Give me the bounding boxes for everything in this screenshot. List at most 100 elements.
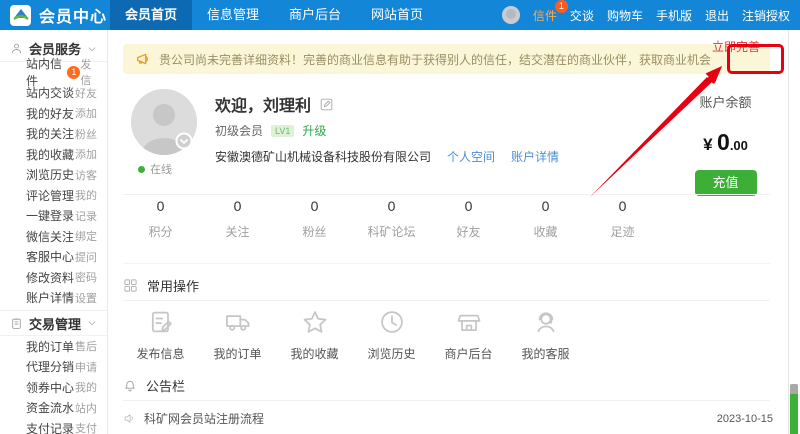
online-status: 在线 <box>138 161 172 177</box>
app-logo[interactable]: 会员中心 <box>0 3 110 27</box>
item-extra[interactable]: 提问 <box>75 249 97 265</box>
scrollbar-thumb-top[interactable] <box>790 384 798 394</box>
stat-forum[interactable]: 0科矿论坛 <box>353 198 430 240</box>
company-row: 安徽澳德矿山机械设备科技股份有限公司 个人空间 账户详情 <box>215 148 559 165</box>
nav-tabs: 会员首页 信息管理 商户后台 网站首页 <box>110 0 438 30</box>
sidebar-item-edit-profile[interactable]: 修改资料 密码 <box>0 267 107 288</box>
nav-mail-label: 信件 <box>533 9 557 23</box>
item-extra[interactable]: 设置 <box>75 290 97 306</box>
stat-following[interactable]: 0关注 <box>199 198 276 240</box>
announcement-item[interactable]: 科矿网会员站产品信息发布流程 <box>123 429 773 434</box>
item-extra[interactable]: 粉丝 <box>75 126 97 142</box>
op-publish-info[interactable]: 发布信息 <box>122 308 199 362</box>
personal-space-link[interactable]: 个人空间 <box>447 148 495 165</box>
item-extra[interactable]: 申请 <box>75 359 97 375</box>
item-label: 客服中心 <box>26 248 74 265</box>
sidebar-item-comments[interactable]: 评论管理 我的 <box>0 185 107 206</box>
truck-icon <box>224 308 252 336</box>
item-extra[interactable]: 访客 <box>75 167 97 183</box>
announcement-item[interactable]: 科矿网会员站注册流程 2023-10-15 <box>123 407 773 430</box>
sidebar-item-funds-flow[interactable]: 资金流水 站内 <box>0 398 107 419</box>
star-icon <box>301 308 329 336</box>
member-level-row: 初级会员 LV1 升级 <box>215 122 326 139</box>
item-extra[interactable]: 添加 <box>75 146 97 162</box>
sidebar-item-support[interactable]: 客服中心 提问 <box>0 247 107 268</box>
sidebar-item-favorites[interactable]: 我的收藏 添加 <box>0 144 107 165</box>
tab-member-home[interactable]: 会员首页 <box>110 0 192 30</box>
op-my-favorites[interactable]: 我的收藏 <box>276 308 353 362</box>
speaker-icon <box>123 412 136 425</box>
sidebar-item-following[interactable]: 我的关注 粉丝 <box>0 124 107 145</box>
item-extra[interactable]: 密码 <box>75 269 97 285</box>
nav-deauthorize-link[interactable]: 注销授权 <box>742 7 790 24</box>
nav-mobile-link[interactable]: 手机版 <box>656 7 692 24</box>
messages-badge: 1 <box>67 66 80 79</box>
stat-footprints[interactable]: 0足迹 <box>584 198 661 240</box>
op-customer-service[interactable]: 我的客服 <box>507 308 584 362</box>
tab-merchant-backend[interactable]: 商户后台 <box>274 0 356 30</box>
sidebar-item-quick-login[interactable]: 一键登录 记录 <box>0 206 107 227</box>
item-label: 支付记录 <box>26 420 74 434</box>
sidebar-item-orders[interactable]: 我的订单 售后 <box>0 336 107 357</box>
sidebar-item-wechat[interactable]: 微信关注 绑定 <box>0 226 107 247</box>
profile-incomplete-alert: 贵公司尚未完善详细资料！完善的商业信息有助于获得别人的信任，结交潜在的商业伙伴，… <box>123 44 770 74</box>
op-browse-history[interactable]: 浏览历史 <box>353 308 430 362</box>
item-extra[interactable]: 发信 <box>80 56 97 88</box>
nav-chat-link[interactable]: 交谈 <box>570 7 594 24</box>
amount-decimals: .00 <box>730 138 748 153</box>
divider <box>123 263 770 264</box>
item-label: 领券中心 <box>26 379 74 396</box>
divider <box>123 194 770 195</box>
item-extra[interactable]: 我的 <box>75 187 97 203</box>
sidebar-item-history[interactable]: 浏览历史 访客 <box>0 165 107 186</box>
account-detail-link[interactable]: 账户详情 <box>511 148 559 165</box>
mail-badge: 1 <box>555 0 568 13</box>
tab-site-home[interactable]: 网站首页 <box>356 0 438 30</box>
item-extra[interactable]: 我的 <box>75 379 97 395</box>
op-my-orders[interactable]: 我的订单 <box>199 308 276 362</box>
sidebar-section-title: 交易管理 <box>29 314 81 333</box>
nav-cart-link[interactable]: 购物车 <box>607 7 643 24</box>
sidebar-item-account-detail[interactable]: 账户详情 设置 <box>0 288 107 309</box>
stat-favorites[interactable]: 0收藏 <box>507 198 584 240</box>
stat-fans[interactable]: 0粉丝 <box>276 198 353 240</box>
item-extra[interactable]: 绑定 <box>75 228 97 244</box>
nav-mail-link[interactable]: 信件 1 <box>533 7 557 24</box>
sidebar-item-friends[interactable]: 我的好友 添加 <box>0 103 107 124</box>
item-extra[interactable]: 添加 <box>75 105 97 121</box>
upgrade-link[interactable]: 升级 <box>302 122 326 139</box>
user-avatar-large[interactable] <box>131 89 197 155</box>
chevron-down-icon <box>87 318 97 328</box>
stat-points[interactable]: 0积分 <box>122 198 199 240</box>
sidebar-item-coupons[interactable]: 领券中心 我的 <box>0 377 107 398</box>
sidebar-section-trade-manage[interactable]: 交易管理 <box>0 310 107 336</box>
item-extra[interactable]: 支付 <box>75 420 97 434</box>
welcome-heading: 欢迎，刘理利 <box>215 92 334 116</box>
item-label: 我的订单 <box>26 338 74 355</box>
grid-icon <box>123 278 138 293</box>
item-label: 修改资料 <box>26 269 74 286</box>
online-dot <box>138 166 145 173</box>
sidebar-item-payments[interactable]: 支付记录 支付 <box>0 418 107 434</box>
tab-info-manage[interactable]: 信息管理 <box>192 0 274 30</box>
stat-friends[interactable]: 0好友 <box>430 198 507 240</box>
complete-now-link[interactable]: 立即完善 <box>712 38 760 55</box>
main-content: 贵公司尚未完善详细资料！完善的商业信息有助于获得别人的信任，结交潜在的商业伙伴，… <box>108 30 788 434</box>
user-avatar-small[interactable] <box>502 6 520 24</box>
sidebar-item-distribution[interactable]: 代理分销 申请 <box>0 357 107 378</box>
nav-logout-link[interactable]: 退出 <box>705 7 729 24</box>
recharge-button[interactable]: 充值 <box>695 170 757 196</box>
welcome-text: 欢迎，刘理利 <box>215 92 311 116</box>
announcement-title: 科矿网会员站注册流程 <box>144 410 264 427</box>
sidebar-item-messages[interactable]: 站内信件 1 发信 <box>0 62 107 83</box>
op-merchant-backend[interactable]: 商户后台 <box>430 308 507 362</box>
headset-icon <box>532 308 560 336</box>
item-extra[interactable]: 售后 <box>75 338 97 354</box>
item-extra[interactable]: 记录 <box>75 208 97 224</box>
item-extra[interactable]: 站内 <box>75 400 97 416</box>
item-extra[interactable]: 好友 <box>75 85 97 101</box>
scrollbar-thumb[interactable] <box>790 394 798 434</box>
edit-profile-icon[interactable] <box>319 97 334 112</box>
top-navbar: 会员中心 会员首页 信息管理 商户后台 网站首页 信件 1 交谈 购物车 手机版… <box>0 0 800 30</box>
sidebar-item-chat[interactable]: 站内交谈 好友 <box>0 83 107 104</box>
